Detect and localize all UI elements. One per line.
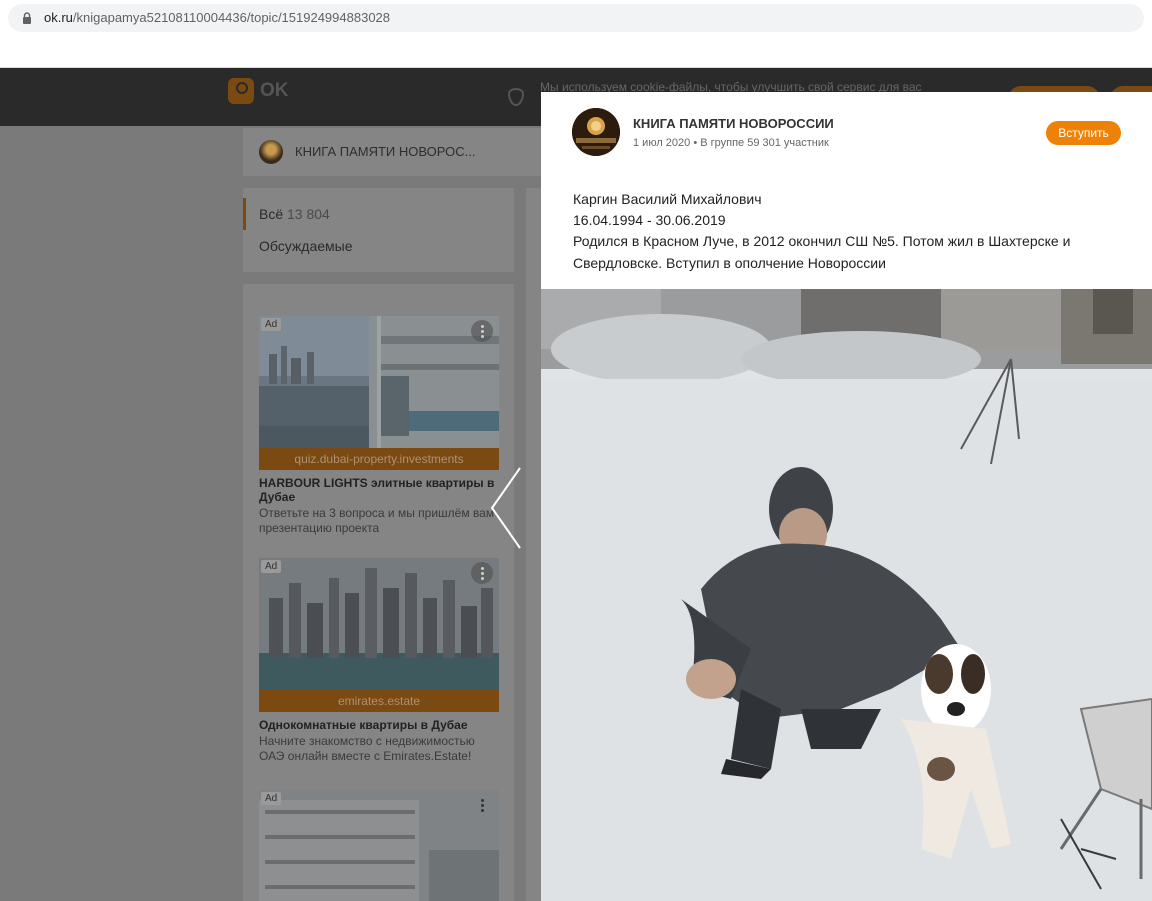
photo-man-with-dog [541, 289, 1152, 901]
nav-item-all-count: 13 804 [287, 206, 330, 222]
ad-title[interactable]: HARBOUR LIGHTS элитные квартиры в Дубае [259, 476, 499, 504]
logo-text: OK [260, 80, 289, 101]
post-text-line: Родился в Красном Луче, в 2012 окончил С… [573, 233, 1071, 249]
chevron-left-icon[interactable] [488, 466, 524, 550]
post-text-line: Свердловске. Вступил в ополчение Новорос… [573, 255, 886, 271]
ad-badge: Ad [261, 560, 282, 573]
more-icon[interactable] [471, 320, 493, 342]
ad-image[interactable]: Ad [259, 790, 499, 901]
avatar-image [572, 108, 620, 156]
side-column [526, 188, 542, 901]
ad-image[interactable]: Ad [259, 316, 499, 448]
ad-description: Ответьте на 3 вопроса и мы пришлём вам п… [259, 506, 495, 535]
ad-title[interactable]: Однокомнатные квартиры в Дубае [259, 718, 499, 732]
ad-source[interactable]: quiz.dubai-property.investments [259, 448, 499, 470]
nav-item-all-label: Всё [259, 206, 284, 222]
ad-source[interactable]: emirates.estate [259, 690, 499, 712]
post-card: КНИГА ПАМЯТИ НОВОРОССИИ 1 июл 2020 • В г… [541, 92, 1152, 289]
post-photo[interactable] [541, 289, 1152, 901]
ad-card[interactable]: Ad [259, 790, 499, 901]
post-text-line: Каргин Василий Михайлович [573, 191, 762, 207]
ad-card[interactable]: Ad quiz.dubai-property.investments HARBO… [259, 316, 499, 536]
ad-badge: Ad [261, 318, 282, 331]
ad-image-towers [259, 558, 499, 690]
nav-active-indicator [243, 198, 246, 230]
browser-address-bar: ok.ru/knigapamya52108110004436/topic/151… [0, 0, 1152, 68]
topics-nav: Всё 13 804 Обсуждаемые [243, 188, 514, 272]
group-name: КНИГА ПАМЯТИ НОВОРОС... [295, 144, 476, 159]
group-bar[interactable]: КНИГА ПАМЯТИ НОВОРОС... [243, 128, 543, 176]
url-text: ok.ru/knigapamya52108110004436/topic/151… [44, 10, 390, 25]
group-avatar [259, 140, 283, 164]
more-icon[interactable] [471, 562, 493, 584]
post-meta: 1 июл 2020 • В группе 59 301 участник [633, 137, 829, 149]
join-button[interactable]: Вступить [1046, 121, 1121, 145]
url-host: ok.ru [44, 10, 73, 25]
nav-item-discussed[interactable]: Обсуждаемые [259, 238, 353, 254]
shield-icon [508, 88, 524, 106]
more-icon[interactable] [471, 794, 493, 816]
url-field[interactable]: ok.ru/knigapamya52108110004436/topic/151… [8, 4, 1144, 32]
ad-image-harbour [259, 316, 499, 448]
ad-image-building [259, 790, 499, 901]
nav-item-all[interactable]: Всё 13 804 [259, 206, 330, 222]
post-text-line: 16.04.1994 - 30.06.2019 [573, 212, 726, 228]
post-group-name[interactable]: КНИГА ПАМЯТИ НОВОРОССИИ [633, 116, 834, 131]
ad-description: Начните знакомство с недвижимостью ОАЭ о… [259, 734, 475, 763]
lock-icon [23, 12, 31, 24]
ads-column: Ad quiz.dubai-property.investments HARBO… [243, 284, 514, 901]
ad-card[interactable]: Ad emirates.estate Однокомнатные квартир… [259, 558, 499, 764]
post-group-avatar[interactable] [572, 108, 620, 156]
ad-image[interactable]: Ad [259, 558, 499, 690]
ok-logo-icon[interactable] [228, 78, 254, 104]
url-path: /knigapamya52108110004436/topic/15192499… [72, 10, 391, 25]
ad-badge: Ad [261, 792, 282, 805]
